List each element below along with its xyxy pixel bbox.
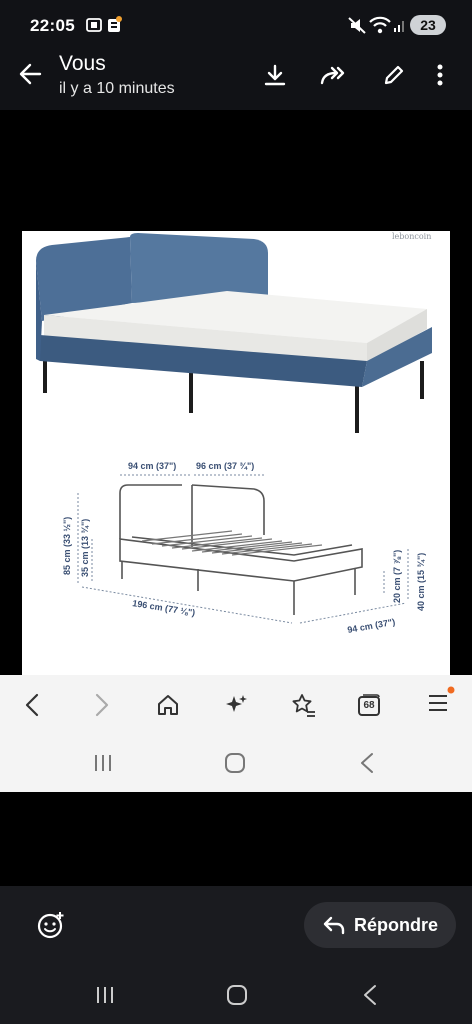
dim-side-height: 40 cm (15 ¾") (416, 553, 426, 611)
battery-level: 23 (420, 17, 436, 33)
battery-indicator: 23 (410, 15, 446, 35)
recent-apps-icon[interactable] (92, 753, 114, 773)
reply-label: Répondre (353, 914, 438, 935)
forward-icon[interactable] (319, 63, 347, 87)
page-subtitle: il y a 10 minutes (59, 80, 175, 97)
dim-height-seat: 35 cm (13 ¾") (80, 519, 90, 577)
signal-icon (394, 21, 404, 32)
bed-illustration: 94 cm (37") 96 cm (37 ¾") 85 cm (33 ½") … (36, 233, 432, 635)
slats (141, 530, 323, 556)
image-backdrop-bottom (0, 792, 472, 886)
tabs-count: 68 (363, 700, 375, 711)
wifi-icon (369, 16, 391, 34)
status-time: 22:05 (30, 16, 75, 35)
menu-icon[interactable] (426, 686, 456, 716)
home-nav-icon[interactable] (224, 752, 246, 774)
home-nav-icon[interactable] (226, 984, 248, 1006)
bed-photo (36, 233, 432, 433)
back-icon[interactable] (24, 693, 40, 717)
reply-icon (323, 916, 345, 935)
dim-top-width: 94 cm (37") (128, 461, 176, 471)
back-nav-icon[interactable] (359, 752, 375, 774)
back-arrow-icon[interactable] (18, 63, 42, 85)
home-icon[interactable] (156, 693, 180, 717)
dim-length: 196 cm (77 ⅛") (132, 598, 196, 618)
app-notification-icon (108, 16, 122, 32)
reply-button[interactable]: Répondre (304, 902, 456, 948)
dim-leg-height: 20 cm (7 ⅞") (392, 550, 402, 603)
emoji-reaction-icon[interactable] (36, 910, 66, 940)
bookmark-star-icon[interactable] (290, 692, 316, 718)
more-icon[interactable] (436, 63, 444, 87)
download-icon[interactable] (263, 63, 287, 87)
image-backdrop (0, 110, 472, 231)
image-watermark: leboncoin (392, 232, 432, 241)
screen-record-icon (86, 18, 102, 32)
tabs-icon[interactable]: 68 (357, 693, 381, 717)
attached-image[interactable]: 94 cm (37") 96 cm (37 ¾") 85 cm (33 ½") … (22, 231, 450, 675)
recent-apps-icon[interactable] (94, 985, 116, 1005)
mute-icon (348, 17, 366, 34)
dim-height-total: 85 cm (33 ½") (62, 517, 72, 575)
page-title: Vous (59, 52, 106, 75)
forward-nav-icon[interactable] (94, 693, 110, 717)
dim-top-width2: 96 cm (37 ¾") (196, 461, 254, 471)
edit-icon[interactable] (382, 63, 406, 87)
dim-depth: 94 cm (37") (347, 617, 396, 635)
sparkle-icon[interactable] (224, 693, 248, 717)
back-nav-icon[interactable] (362, 984, 378, 1006)
